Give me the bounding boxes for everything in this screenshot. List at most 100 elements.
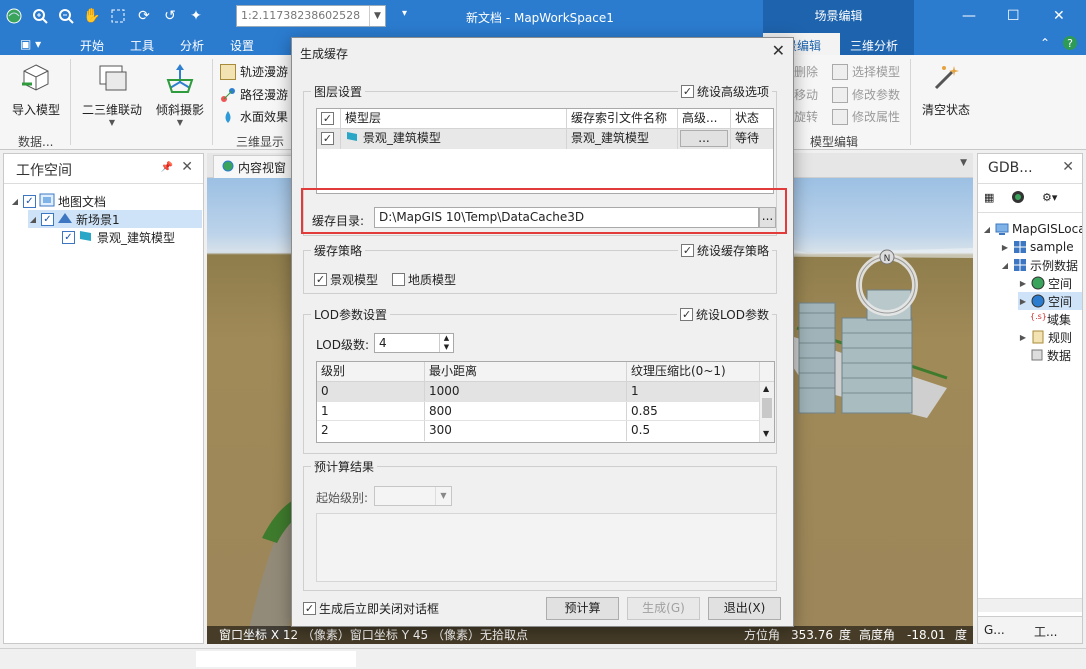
view-dropdown-icon[interactable]: ▼ — [960, 158, 967, 168]
modify-attrs-button[interactable]: 修改属性 — [832, 108, 900, 125]
generate-button[interactable]: 生成(G) — [627, 597, 700, 620]
tree-item-map-doc[interactable]: ◢ ✓ 地图文档 — [10, 192, 106, 210]
ribbon-collapse-icon[interactable]: ⌃ — [1040, 36, 1050, 50]
lod-distance-cell[interactable]: 1000 — [425, 382, 627, 402]
tab-gdb[interactable]: G... — [984, 623, 1005, 637]
move-button[interactable]: 移动 — [794, 86, 818, 103]
advanced-options-checkbox[interactable]: ✓ 统设高级选项 — [677, 83, 772, 100]
connect-db-icon[interactable] — [1010, 189, 1026, 208]
tab-content-view[interactable]: 内容视窗 — [213, 155, 296, 178]
collapse-triangle-icon[interactable]: ◢ — [28, 215, 38, 224]
oblique-photo-button[interactable]: 倾斜摄影 ▼ — [152, 61, 208, 127]
table-row[interactable]: ✓ 景观_建筑模型 景观_建筑模型 ... 等待 — [317, 129, 773, 149]
chevron-down-icon[interactable]: ▼ — [369, 6, 385, 26]
collapse-triangle-icon[interactable]: ◢ — [10, 197, 20, 206]
lod-ratio-cell[interactable]: 1 — [627, 382, 760, 402]
pin-icon[interactable]: 📌 — [161, 162, 173, 173]
help-icon[interactable]: ? — [1062, 35, 1078, 54]
row-checkbox-cell[interactable]: ✓ — [317, 129, 341, 149]
col-status[interactable]: 状态 — [731, 109, 773, 129]
rotate-button[interactable]: 旋转 — [794, 108, 818, 125]
collapse-triangle-icon[interactable]: ◢ — [982, 225, 992, 234]
pan-hand-icon[interactable]: ✋ — [82, 6, 102, 26]
geology-model-checkbox[interactable]: 地质模型 — [392, 271, 456, 288]
close-icon[interactable]: ✕ — [181, 159, 193, 175]
magic-wand-icon[interactable]: ✦ — [186, 6, 206, 26]
close-after-generate-checkbox[interactable]: ✓ 生成后立即关闭对话框 — [303, 600, 439, 617]
lod-ratio-cell[interactable]: 0.85 — [627, 402, 760, 422]
maximize-icon[interactable]: ☐ — [1007, 8, 1020, 24]
water-effect-button[interactable]: 水面效果 — [220, 108, 288, 125]
row-index-file[interactable]: 景观_建筑模型 — [567, 129, 678, 149]
col-model-layer[interactable]: 模型层 — [341, 109, 567, 129]
gdb-tree-rules[interactable]: ▶ 规则 — [1018, 328, 1072, 346]
tab-analysis[interactable]: 分析 — [180, 37, 204, 54]
delete-button[interactable]: 删除 — [794, 63, 818, 80]
col-min-distance[interactable]: 最小距离 — [425, 362, 627, 382]
collapse-triangle-icon[interactable]: ◢ — [1000, 261, 1010, 270]
spin-up-icon[interactable]: ▲ — [439, 334, 453, 343]
table-row[interactable]: 1 800 0.85 — [317, 401, 760, 422]
select-all-checkbox-cell[interactable]: ✓ — [317, 109, 341, 129]
gdb-tree-data[interactable]: 数据 — [1030, 346, 1071, 364]
col-advanced[interactable]: 高级... — [678, 109, 731, 129]
full-extent-icon[interactable] — [108, 6, 128, 26]
unify-strategy-checkbox[interactable]: ✓ 统设缓存策略 — [677, 242, 772, 259]
track-roam-button[interactable]: 轨迹漫游 — [220, 63, 288, 80]
tree-item-layer[interactable]: ✓ 景观_建筑模型 — [62, 228, 175, 246]
gdb-tree-sample-data[interactable]: ◢ 示例数据 — [1000, 256, 1078, 274]
start-level-select[interactable]: ▼ — [374, 486, 452, 506]
chevron-down-icon[interactable]: ▼ — [435, 487, 451, 505]
tab-settings[interactable]: 设置 — [230, 37, 254, 54]
lod-ratio-cell[interactable]: 0.5 — [627, 421, 760, 441]
spin-down-icon[interactable]: ▼ — [439, 343, 453, 352]
expand-triangle-icon[interactable]: ▶ — [1018, 297, 1028, 306]
refresh-icon[interactable]: ⟳ — [134, 6, 154, 26]
expand-triangle-icon[interactable]: ▶ — [1018, 333, 1028, 342]
link-2d-3d-button[interactable]: 二三维联动 ▼ — [80, 61, 144, 127]
restore-view-icon[interactable]: ↺ — [160, 6, 180, 26]
vertical-scrollbar[interactable]: ▲ ▼ — [759, 382, 774, 442]
close-icon[interactable]: ✕ — [772, 41, 785, 60]
col-texture-ratio[interactable]: 纹理压缩比(0~1) — [627, 362, 760, 382]
scale-combobox[interactable]: 1:2.11738238602528 ▼ — [236, 5, 386, 27]
minimize-icon[interactable]: — — [962, 8, 976, 24]
landscape-model-checkbox[interactable]: ✓ 景观模型 — [314, 271, 378, 288]
scroll-up-icon[interactable]: ▲ — [763, 384, 769, 393]
customize-qat-icon[interactable]: ▾ — [402, 8, 407, 19]
map-doc-checkbox[interactable]: ✓ — [23, 194, 36, 208]
lod-distance-cell[interactable]: 800 — [425, 402, 627, 422]
horizontal-scrollbar[interactable] — [978, 598, 1082, 612]
modify-params-button[interactable]: 修改参数 — [832, 86, 900, 103]
lod-distance-cell[interactable]: 300 — [425, 421, 627, 441]
scroll-thumb[interactable] — [762, 398, 772, 418]
expand-triangle-icon[interactable]: ▶ — [1018, 279, 1028, 288]
tab-tools[interactable]: 工具 — [130, 37, 154, 54]
tab-3d-analysis[interactable]: 三维分析 — [840, 33, 914, 55]
select-model-button[interactable]: 选择模型 — [832, 63, 900, 80]
expand-triangle-icon[interactable]: ▶ — [1000, 243, 1010, 252]
precompute-button[interactable]: 预计算 — [546, 597, 619, 620]
close-icon[interactable]: ✕ — [1062, 159, 1074, 175]
table-row[interactable]: 2 300 0.5 — [317, 420, 760, 441]
gdb-tree-sample[interactable]: ▶ sample — [1000, 238, 1074, 256]
tree-item-new-scene[interactable]: ◢ ✓ 新场景1 — [28, 210, 202, 228]
exit-button[interactable]: 退出(X) — [708, 597, 781, 620]
col-level[interactable]: 级别 — [317, 362, 425, 382]
advanced-settings-button[interactable]: ... — [680, 130, 728, 147]
gdb-tree-space1[interactable]: ▶ 空间 — [1018, 274, 1072, 292]
new-item-icon[interactable]: ▦ — [984, 191, 994, 204]
zoom-in-icon[interactable] — [30, 6, 50, 26]
scroll-down-icon[interactable]: ▼ — [763, 429, 769, 438]
new-scene-checkbox[interactable]: ✓ — [41, 212, 54, 226]
tab-tools[interactable]: 工... — [1034, 623, 1057, 640]
col-index-file[interactable]: 缓存索引文件名称 — [567, 109, 678, 129]
table-row[interactable]: 0 1000 1 — [317, 382, 760, 402]
import-model-button[interactable]: 导入模型 — [8, 61, 64, 118]
path-roam-button[interactable]: 路径漫游 — [220, 86, 288, 103]
close-icon[interactable]: ✕ — [1053, 8, 1065, 24]
layer-checkbox[interactable]: ✓ — [62, 230, 75, 244]
tab-start[interactable]: 开始 — [80, 37, 104, 54]
lod-count-spinner[interactable]: 4 ▲ ▼ — [374, 333, 454, 353]
gdb-tree-space2[interactable]: ▶ 空间 — [1018, 292, 1082, 310]
